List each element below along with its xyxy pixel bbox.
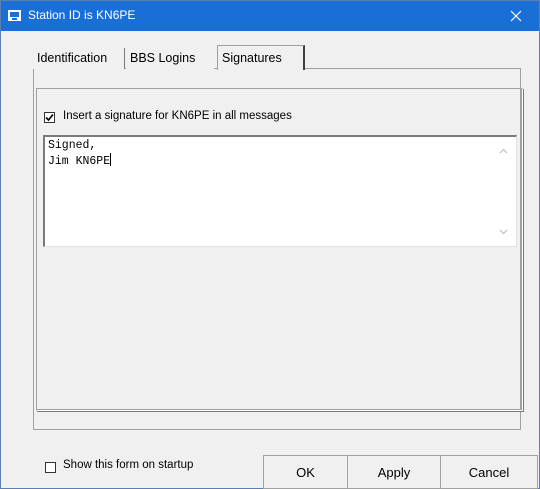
signature-text: Signed, Jim KN6PE: [48, 139, 112, 169]
signature-line-2: Jim KN6PE: [48, 155, 111, 168]
tab-identification[interactable]: Identification: [33, 48, 125, 69]
dialog-window: Station ID is KN6PE Identification BBS L…: [0, 0, 540, 489]
close-button[interactable]: [493, 1, 539, 31]
insert-signature-checkbox[interactable]: [44, 112, 55, 123]
text-caret: [110, 153, 112, 166]
ok-button[interactable]: OK: [263, 455, 348, 489]
apply-button[interactable]: Apply: [347, 455, 441, 489]
tab-bbs-logins[interactable]: BBS Logins: [126, 48, 214, 69]
show-on-startup-label: Show this form on startup: [63, 459, 194, 471]
checkmark-icon: [45, 113, 54, 122]
insert-signature-label: Insert a signature for KN6PE in all mess…: [63, 110, 292, 122]
cancel-button[interactable]: Cancel: [440, 455, 538, 489]
signature-line-1: Signed,: [48, 139, 97, 152]
show-on-startup-checkbox[interactable]: [45, 462, 56, 473]
tab-signatures[interactable]: Signatures: [217, 45, 305, 70]
window-app-icon: [8, 9, 21, 22]
window-title: Station ID is KN6PE: [28, 8, 136, 22]
signature-textarea[interactable]: Signed, Jim KN6PE: [43, 135, 517, 247]
title-bar[interactable]: Station ID is KN6PE: [1, 1, 539, 31]
scroll-up-icon[interactable]: [499, 143, 508, 157]
scroll-down-icon[interactable]: [499, 224, 508, 238]
close-icon: [510, 10, 522, 22]
